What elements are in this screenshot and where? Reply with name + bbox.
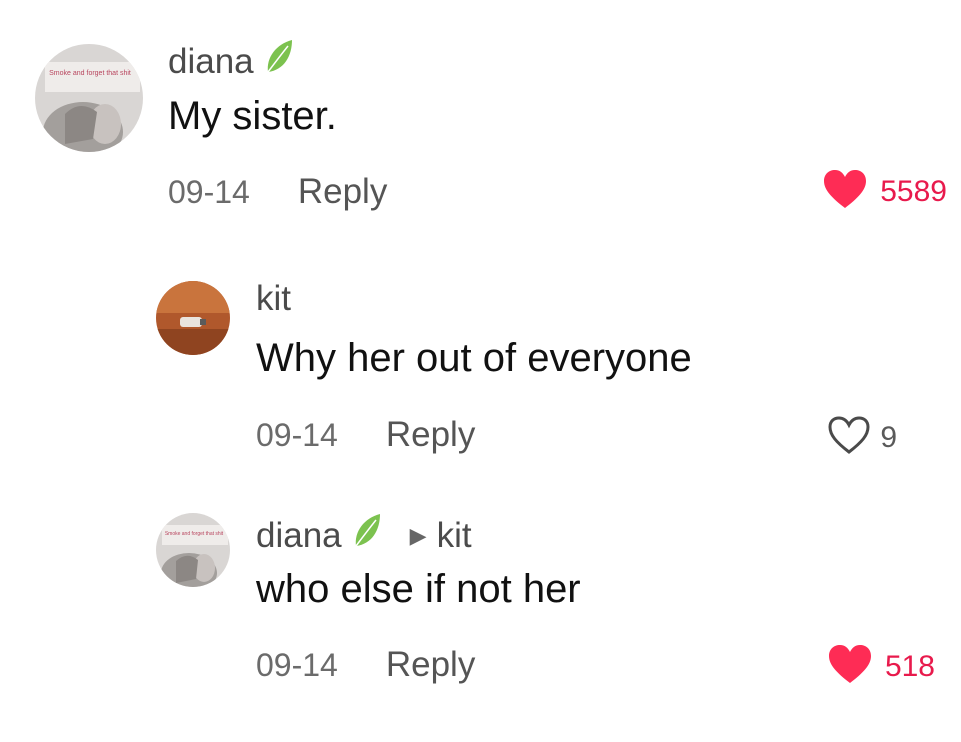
like-button[interactable]: 518 [827, 643, 935, 690]
username-text[interactable]: kit [256, 279, 291, 319]
heart-icon [827, 643, 873, 690]
leaf-badge-icon [350, 510, 384, 561]
comment-text: who else if not her [256, 567, 581, 611]
like-count: 9 [880, 420, 897, 454]
reply-button[interactable]: Reply [386, 645, 475, 685]
comment-date: 09-14 [256, 646, 338, 683]
heart-outline-icon [826, 414, 872, 461]
avatar-caption: Smoke and forget that shit [49, 70, 131, 77]
comment-text: My sister. [168, 94, 337, 138]
comment-date: 09-14 [256, 416, 338, 453]
reply-button[interactable]: Reply [298, 172, 387, 212]
reply-button[interactable]: Reply [386, 415, 475, 455]
comment-meta: 09-14 Reply [256, 645, 475, 685]
comment-username: diana ▶ kit [256, 510, 472, 561]
comment-date: 09-14 [168, 173, 250, 210]
like-count: 5589 [880, 174, 947, 208]
reply-to-username[interactable]: kit [437, 516, 472, 556]
like-button[interactable]: 5589 [822, 168, 947, 215]
avatar-caption: Smoke and forget that shit [165, 531, 224, 537]
leaf-badge-icon [262, 36, 296, 87]
heart-icon [822, 168, 868, 215]
comment-username: kit [256, 279, 291, 319]
avatar[interactable]: Smoke and forget that shit [156, 513, 230, 587]
comment-meta: 09-14 Reply [256, 415, 475, 455]
like-count: 518 [884, 649, 935, 683]
avatar[interactable] [156, 281, 230, 355]
reply-arrow-icon: ▶ [409, 522, 427, 548]
avatar[interactable]: Smoke and forget that shit [35, 44, 143, 152]
username-text[interactable]: diana [168, 42, 254, 82]
like-button[interactable]: 9 [826, 414, 897, 461]
comment-text: Why her out of everyone [256, 336, 692, 380]
username-text[interactable]: diana [256, 516, 342, 556]
comment-meta: 09-14 Reply [168, 172, 387, 212]
comment-username: diana [168, 36, 296, 87]
